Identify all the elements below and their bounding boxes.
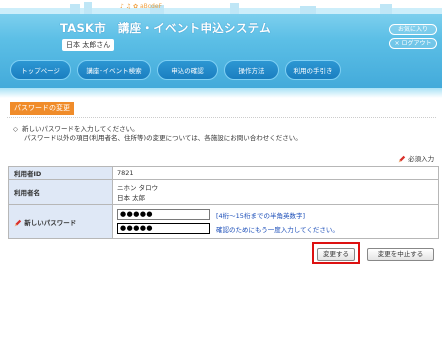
required-note-label: 必須入力 xyxy=(408,155,435,163)
instruction-line-2: パスワード以外の項目(利用者名、住所等)の変更については、各施設にお問い合わせく… xyxy=(24,134,302,142)
section-title: パスワードの変更 xyxy=(10,102,74,115)
user-id-value: 7821 xyxy=(112,166,439,180)
new-password-label: 新しいパスワード xyxy=(24,218,77,227)
table-row: 利用者名 ニホン タロウ 日本 太郎 xyxy=(8,179,439,205)
main-nav: トップページ 講座･イベント検索 申込の確認 操作方法 利用の手引き xyxy=(10,60,341,80)
user-name-value: ニホン タロウ 日本 太郎 xyxy=(112,179,439,205)
favorites-button[interactable]: お気に入り xyxy=(389,24,437,35)
diamond-icon: ◇ xyxy=(13,125,18,133)
cancel-button[interactable]: 変更を中止する xyxy=(367,248,434,261)
new-password-input[interactable]: ●●●●● xyxy=(117,209,210,220)
new-password-label-cell: 新しいパスワード xyxy=(8,204,113,239)
user-id-label: 利用者ID xyxy=(8,166,113,180)
confirm-password-input[interactable]: ●●●●● xyxy=(117,223,210,234)
user-name-kana: ニホン タロウ xyxy=(117,184,159,192)
required-note: 必須入力 xyxy=(398,153,434,163)
password-form-table: 利用者ID 7821 利用者名 ニホン タロウ 日本 太郎 新しいパスワード ●… xyxy=(8,166,439,239)
instruction-line-1: 新しいパスワードを入力してください。 xyxy=(22,125,139,133)
password-fields: ●●●●● [4桁～15桁までの半角英数字] ●●●●● 確認のためにもう一度入… xyxy=(112,204,439,239)
user-name-kanji: 日本 太郎 xyxy=(117,194,146,202)
submit-button[interactable]: 変更する xyxy=(317,248,355,261)
nav-top-page[interactable]: トップページ xyxy=(10,60,71,80)
deco-text: ♪ ♫ ✿ aBcdeF xyxy=(120,3,163,10)
header-bottom-gradient xyxy=(0,88,442,98)
nav-application-check[interactable]: 申込の確認 xyxy=(157,60,218,80)
password-hint: [4桁～15桁までの半角英数字] xyxy=(216,211,305,220)
table-row: 利用者ID 7821 xyxy=(8,166,439,180)
nav-usage-guide[interactable]: 利用の手引き xyxy=(285,60,341,80)
app-header: ♪ ♫ ✿ aBcdeF TASK市 講座・イベント申込システム 日本 太郎さん… xyxy=(0,0,442,98)
nav-event-search[interactable]: 講座･イベント検索 xyxy=(77,60,151,80)
nav-how-to-use[interactable]: 操作方法 xyxy=(224,60,279,80)
table-row: 新しいパスワード ●●●●● [4桁～15桁までの半角英数字] ●●●●● 確認… xyxy=(8,204,439,239)
app-title: TASK市 講座・イベント申込システム xyxy=(60,21,271,35)
confirm-password-hint: 確認のためにもう一度入力してください。 xyxy=(216,225,339,234)
pencil-icon xyxy=(398,155,406,163)
user-name-badge: 日本 太郎さん xyxy=(62,39,115,51)
pencil-icon xyxy=(14,219,22,226)
instructions: ◇ 新しいパスワードを入力してください。 パスワード以外の項目(利用者名、住所等)… xyxy=(13,125,302,143)
user-name-label: 利用者名 xyxy=(8,179,113,205)
logout-button[interactable]: × ログアウト xyxy=(389,38,437,49)
skyline-illustration: ♪ ♫ ✿ aBcdeF xyxy=(0,2,442,14)
